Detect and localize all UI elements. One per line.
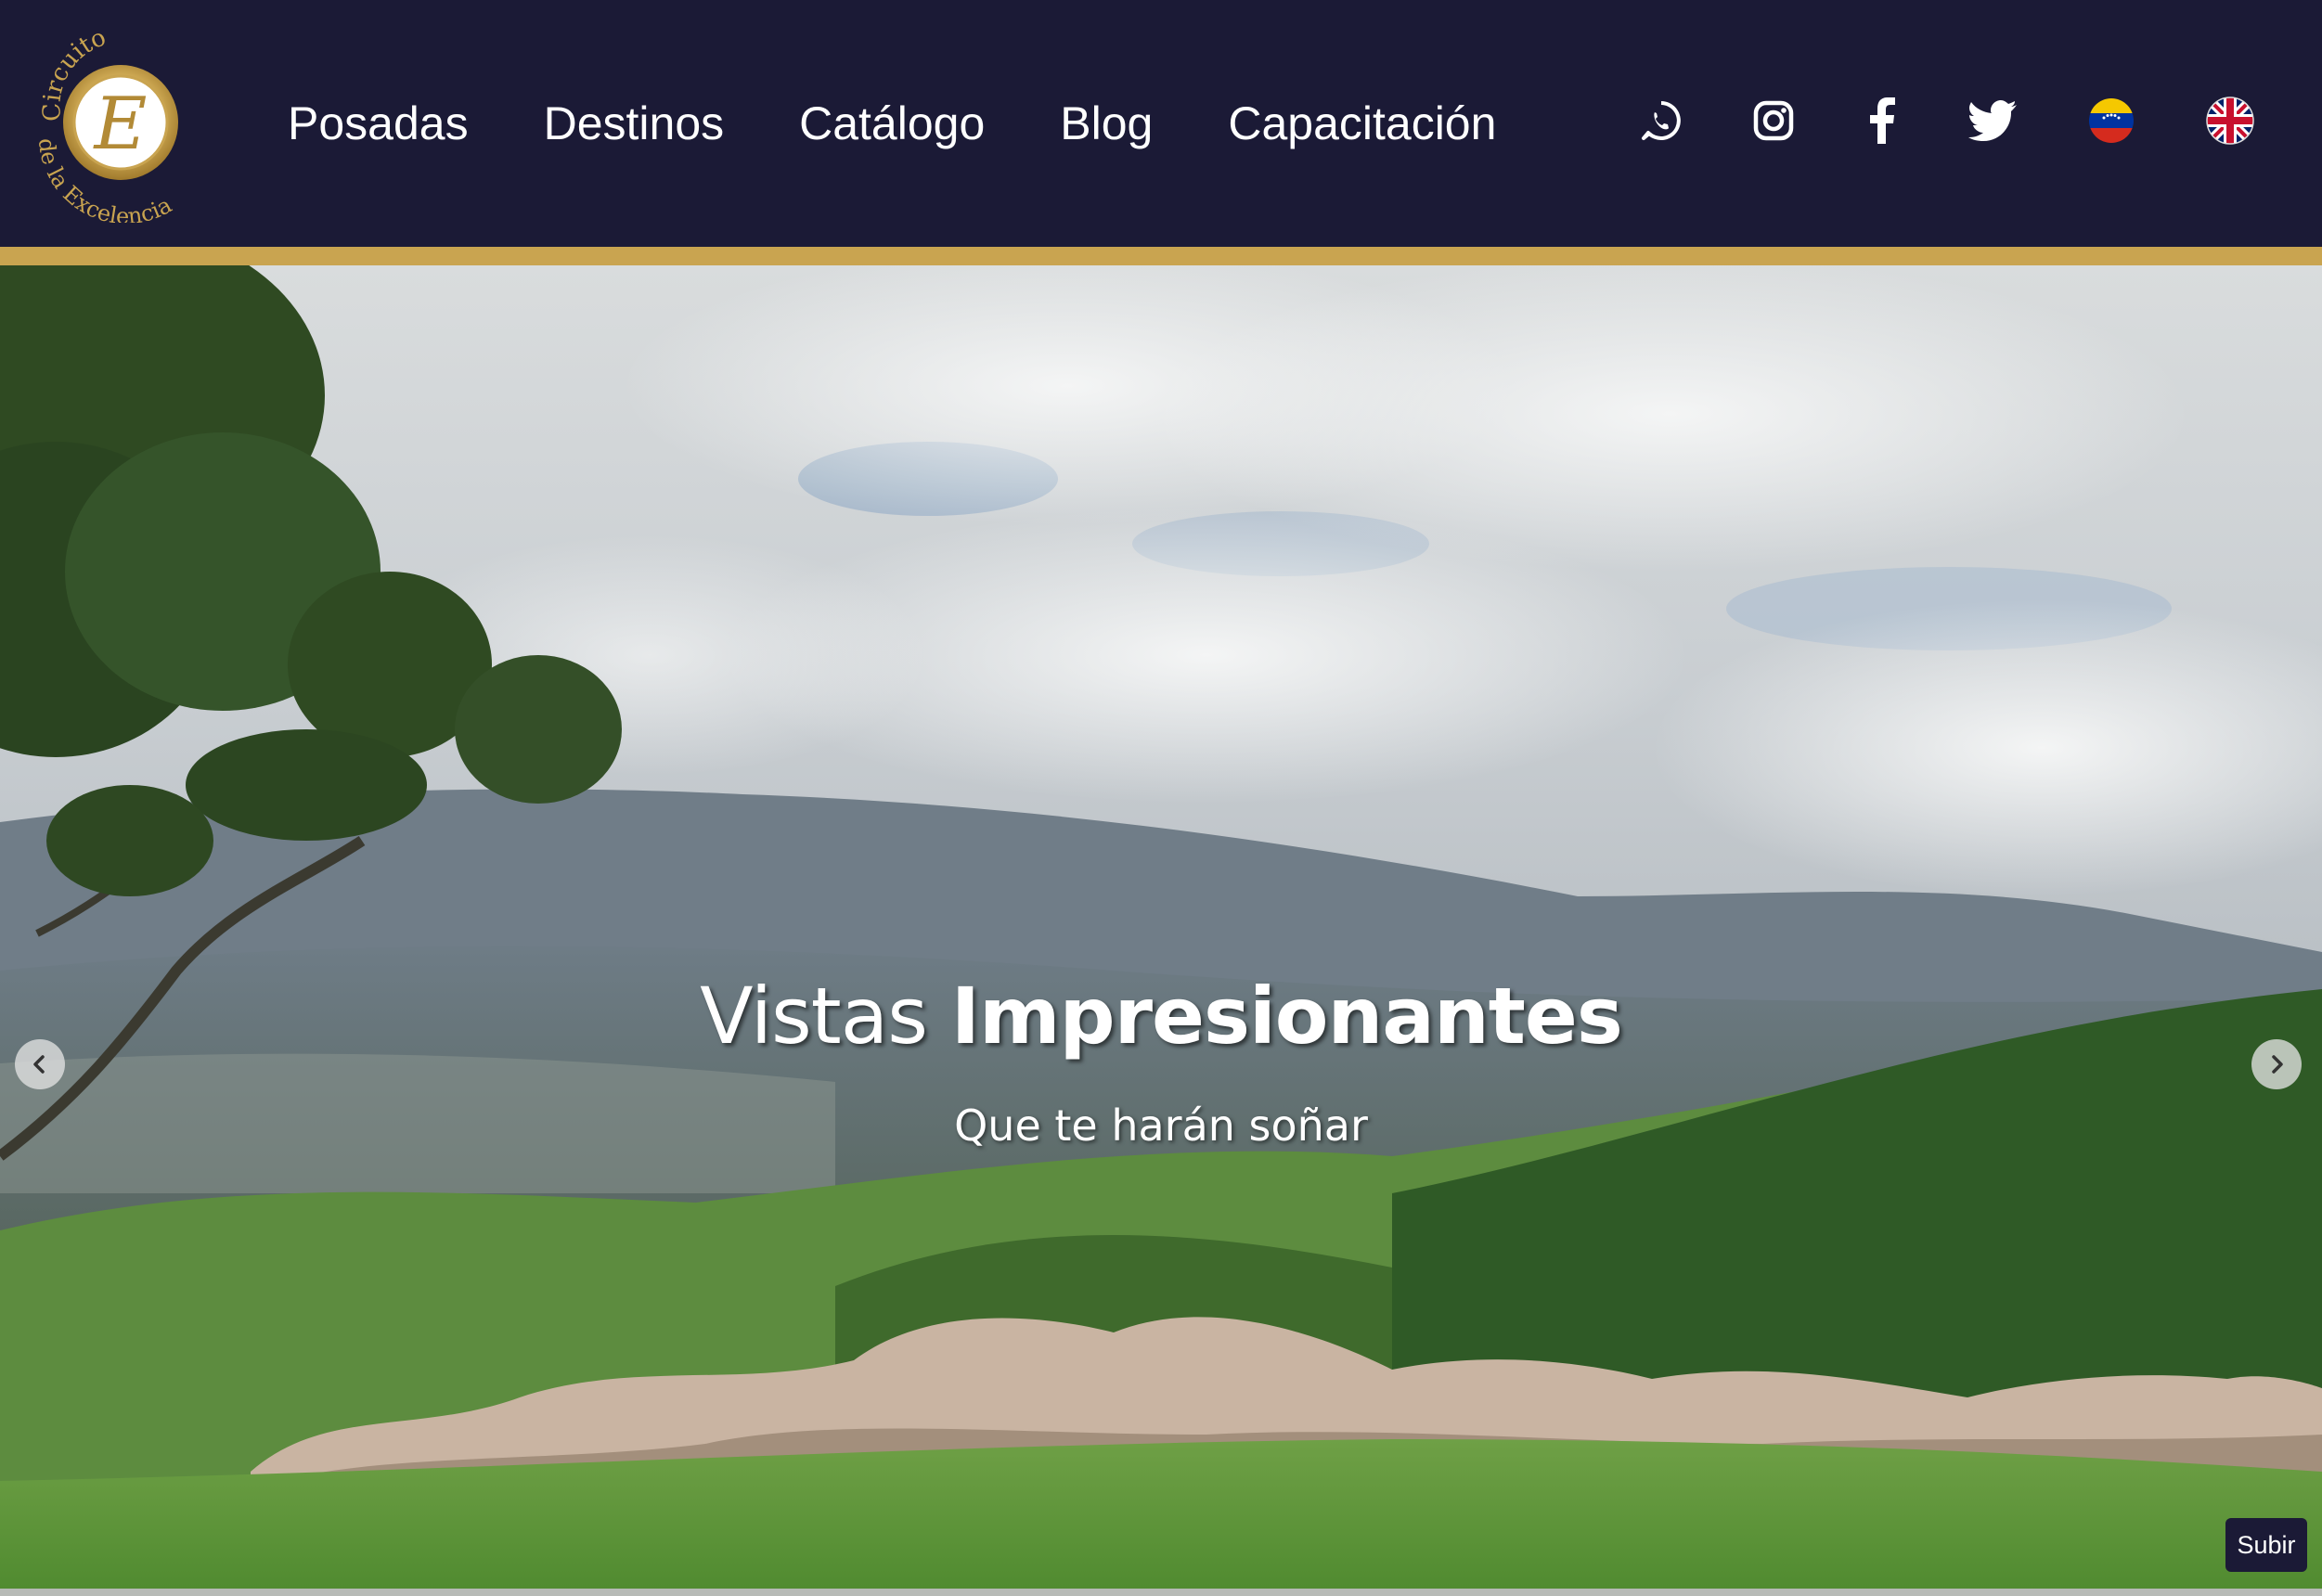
- venezuela-flag-icon[interactable]: [2082, 91, 2141, 150]
- hero-title: Vistas Impresionantes: [0, 971, 2322, 1062]
- hero-subtitle: Que te harán soñar: [954, 1100, 1368, 1151]
- hero-title-light: Vistas: [700, 971, 928, 1062]
- scroll-top-button[interactable]: Subir: [2225, 1518, 2307, 1572]
- circuito-logo[interactable]: E Circuito de la Excelencia: [22, 23, 226, 229]
- nav-item-destinos[interactable]: Destinos: [544, 97, 725, 150]
- instagram-icon[interactable]: [1744, 91, 1803, 150]
- whatsapp-icon[interactable]: [1632, 91, 1691, 150]
- hero-slider: Vistas Impresionantes Que te harán soñar: [0, 265, 2322, 1596]
- site-header: E Circuito de la Excelencia Posadas Dest…: [0, 0, 2322, 247]
- page-bottom-edge: [0, 1589, 2322, 1596]
- hero-background-image: [0, 265, 2322, 1596]
- nav-item-blog[interactable]: Blog: [1060, 97, 1153, 150]
- nav-item-posadas[interactable]: Posadas: [288, 97, 469, 150]
- slider-prev-button[interactable]: [15, 1039, 65, 1089]
- header-accent-bar: [0, 247, 2322, 265]
- chevron-left-icon: [33, 1055, 45, 1074]
- hero-title-bold: Impresionantes: [950, 971, 1623, 1062]
- chevron-right-icon: [2272, 1055, 2283, 1074]
- nav-item-capacitacion[interactable]: Capacitación: [1228, 97, 1496, 150]
- logo-monogram: E: [93, 83, 148, 166]
- slider-next-button[interactable]: [2251, 1039, 2302, 1089]
- nav-item-catalogo[interactable]: Catálogo: [799, 97, 985, 150]
- twitter-icon[interactable]: [1963, 91, 2022, 150]
- main-nav: Posadas Destinos Catálogo Blog Capacitac…: [288, 0, 1496, 247]
- facebook-icon[interactable]: [1852, 91, 1912, 150]
- uk-flag-icon[interactable]: [2200, 91, 2260, 150]
